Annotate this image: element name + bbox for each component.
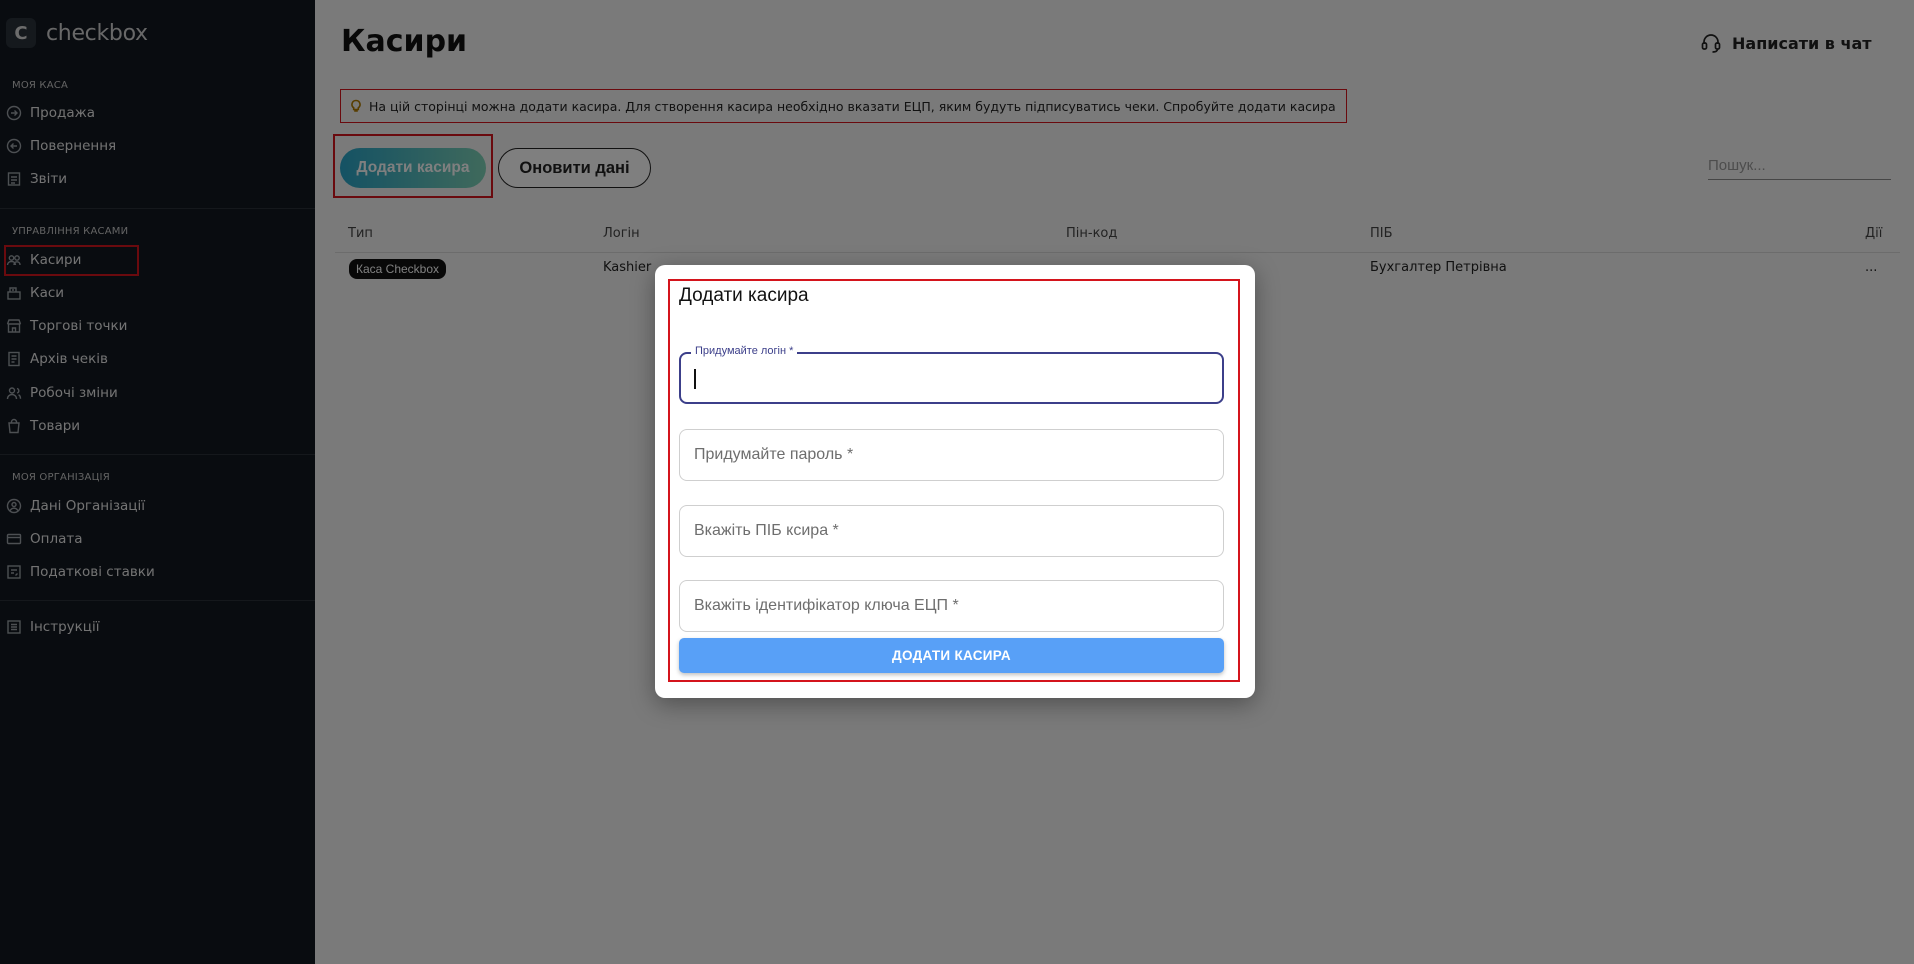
text-caret [694, 369, 696, 389]
full-name-field[interactable] [679, 505, 1224, 557]
add-cashier-dialog: Додати касира Придумайте логін * ДОДАТИ … [655, 265, 1255, 698]
login-input[interactable] [681, 354, 1222, 402]
key-id-input[interactable] [680, 581, 1223, 631]
password-input[interactable] [680, 430, 1223, 480]
key-id-field[interactable] [679, 580, 1224, 632]
full-name-input[interactable] [680, 506, 1223, 556]
submit-add-cashier-button[interactable]: ДОДАТИ КАСИРА [679, 638, 1224, 673]
dialog-title: Додати касира [679, 285, 809, 306]
login-field[interactable]: Придумайте логін * [679, 345, 1224, 404]
password-field[interactable] [679, 429, 1224, 481]
